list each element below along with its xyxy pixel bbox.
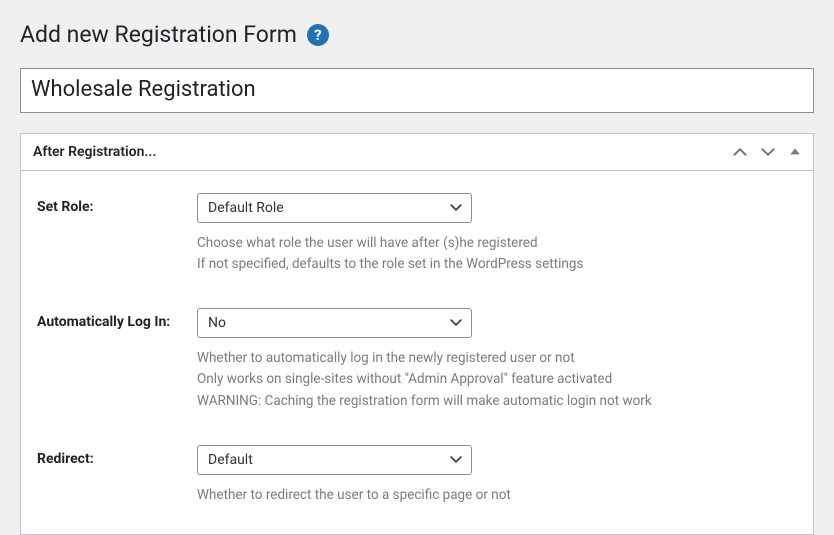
set-role-label: Set Role:	[37, 193, 197, 215]
help-icon[interactable]: ?	[307, 24, 329, 46]
auto-login-help-2: Only works on single-sites without "Admi…	[197, 369, 797, 391]
auto-login-select[interactable]: No	[197, 308, 472, 338]
panel-header-actions	[733, 145, 801, 159]
auto-login-row: Automatically Log In: No Whether to auto…	[37, 308, 797, 413]
auto-login-help-1: Whether to automatically log in the newl…	[197, 348, 797, 370]
set-role-select[interactable]: Default Role	[197, 193, 472, 223]
set-role-row: Set Role: Default Role Choose what role …	[37, 193, 797, 276]
redirect-row: Redirect: Default Whether to redirect th…	[37, 445, 797, 507]
page-title: Add new Registration Form	[20, 20, 297, 50]
redirect-select[interactable]: Default	[197, 445, 472, 475]
panel-body: Set Role: Default Role Choose what role …	[21, 171, 813, 535]
panel-title: After Registration...	[33, 144, 156, 160]
panel-header: After Registration...	[21, 134, 813, 171]
form-title-input[interactable]	[20, 68, 814, 113]
auto-login-label: Automatically Log In:	[37, 308, 197, 330]
set-role-help-2: If not specified, defaults to the role s…	[197, 254, 797, 276]
toggle-collapse-icon[interactable]	[789, 146, 801, 158]
set-role-help-1: Choose what role the user will have afte…	[197, 233, 797, 255]
move-down-icon[interactable]	[761, 145, 775, 159]
move-up-icon[interactable]	[733, 145, 747, 159]
redirect-label: Redirect:	[37, 445, 197, 467]
after-registration-panel: After Registration... Set Role: Default …	[20, 133, 814, 535]
redirect-help-1: Whether to redirect the user to a specif…	[197, 485, 797, 507]
auto-login-help-3: WARNING: Caching the registration form w…	[197, 391, 797, 413]
